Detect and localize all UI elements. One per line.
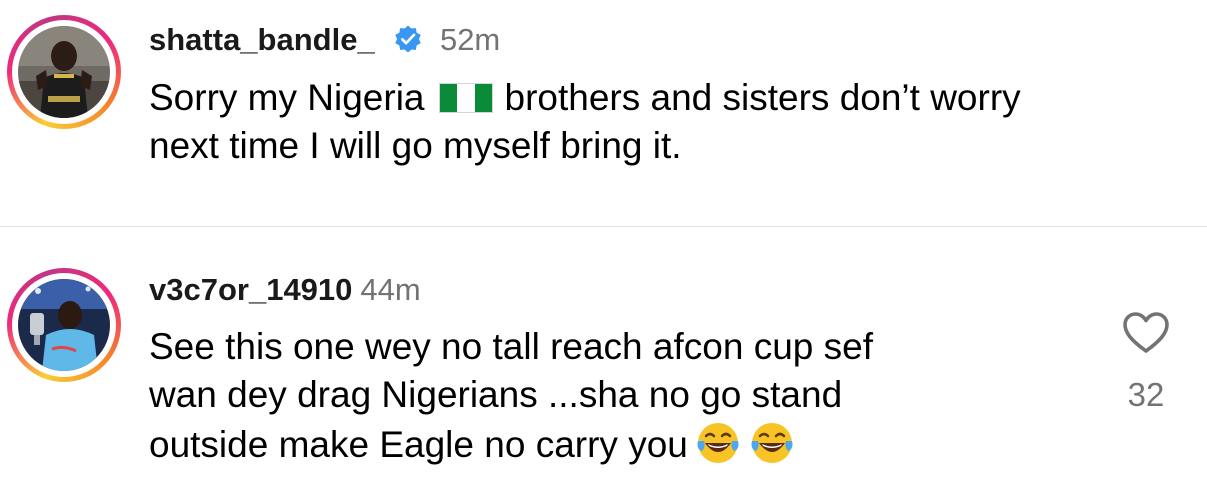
story-ring[interactable] xyxy=(7,15,121,129)
comment-line: outside make Eagle no carry you xyxy=(149,419,873,469)
comment-item: shatta_bandle_ 52m Sorry my Nigeria brot… xyxy=(0,0,1207,226)
avatar[interactable] xyxy=(18,26,110,118)
avatar-image xyxy=(18,279,110,371)
comment-header: shatta_bandle_ 52m xyxy=(149,22,500,58)
face-with-tears-of-joy-icon xyxy=(751,423,793,463)
comment-text-part: brothers and sisters don’t worry xyxy=(504,77,1021,118)
comment-line: Sorry my Nigeria brothers and sisters do… xyxy=(149,74,1021,122)
like-control: 32 xyxy=(1100,311,1192,415)
comment-line: next time I will go myself bring it. xyxy=(149,125,682,166)
face-with-tears-of-joy-icon xyxy=(697,423,739,463)
comment-timestamp: 44m xyxy=(360,272,421,307)
like-count: 32 xyxy=(1127,376,1165,413)
avatar-gap xyxy=(12,273,116,377)
avatar-gap xyxy=(12,20,116,124)
comment-item: v3c7or_14910 44m See this one wey no tall… xyxy=(0,227,1207,489)
comment-text-part: outside make Eagle no carry you xyxy=(149,424,688,465)
comment-header: v3c7or_14910 44m xyxy=(149,272,421,308)
verified-badge-icon xyxy=(395,25,422,53)
username-link[interactable]: shatta_bandle_ xyxy=(149,22,375,57)
comment-line: wan dey drag Nigerians ...sha no go stan… xyxy=(149,374,843,415)
comment-timestamp: 52m xyxy=(439,22,501,57)
comment-text-part: Sorry my Nigeria xyxy=(149,77,425,118)
comment-text: See this one wey no tall reach afcon cup… xyxy=(149,323,873,469)
avatar[interactable] xyxy=(18,279,110,371)
comment-text: Sorry my Nigeria brothers and sisters do… xyxy=(149,74,1021,170)
username-link[interactable]: v3c7or_14910 xyxy=(149,272,352,307)
comment-line: See this one wey no tall reach afcon cup… xyxy=(149,326,873,367)
avatar-image xyxy=(18,26,110,118)
heart-icon[interactable] xyxy=(1122,311,1170,355)
nigeria-flag-icon xyxy=(438,83,493,113)
story-ring[interactable] xyxy=(7,268,121,382)
